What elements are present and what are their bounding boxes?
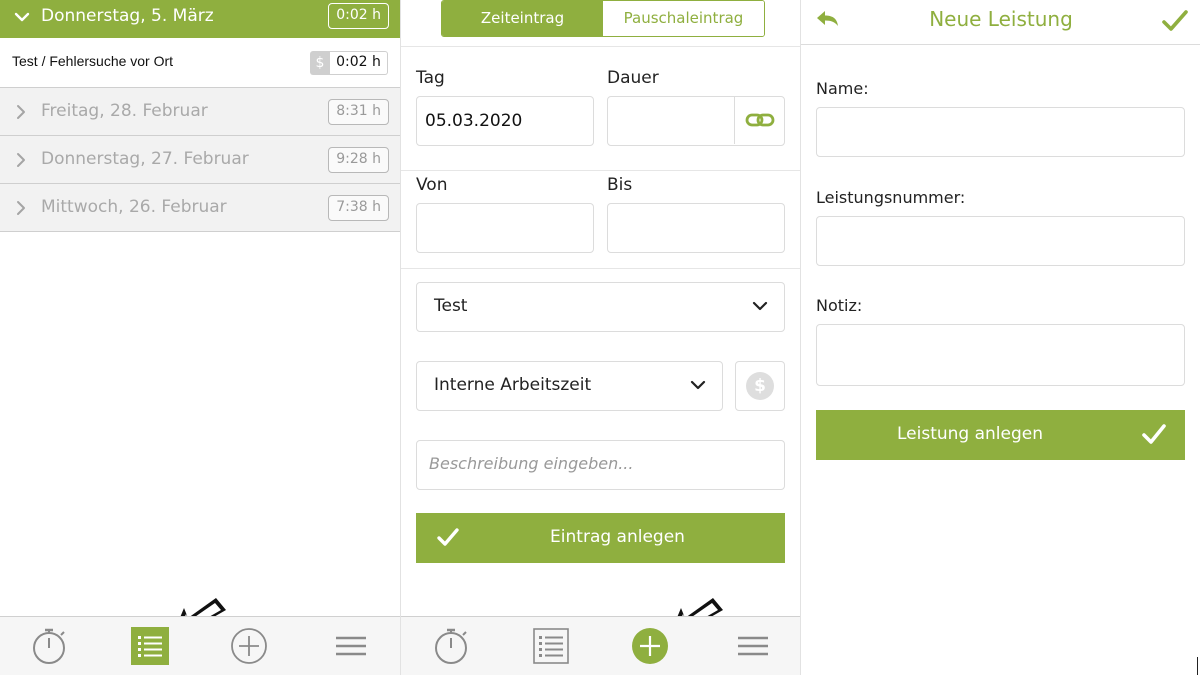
name-input[interactable] [816, 107, 1185, 157]
day-row-collapsed[interactable]: Donnerstag, 27. Februar 9:28 h [0, 136, 400, 184]
time-entry-list-screen: Donnerstag, 5. März 0:02 h Test / Fehler… [0, 0, 400, 675]
day-label: Donnerstag, 5. März [41, 6, 214, 26]
create-service-label: Leistung anlegen [896, 424, 1044, 444]
divider [401, 170, 800, 171]
hamburger-menu-icon[interactable] [332, 627, 370, 665]
to-time-input[interactable] [607, 203, 785, 253]
stopwatch-icon[interactable] [30, 627, 68, 665]
chevron-right-icon [15, 200, 27, 216]
to-label: Bis [607, 175, 633, 195]
link-toggle-button[interactable] [734, 97, 784, 144]
dollar-coin-icon: $ [746, 372, 774, 400]
stopwatch-icon[interactable] [432, 627, 470, 665]
plus-circle-icon[interactable] [230, 627, 268, 665]
tab-pauschaleintrag[interactable]: Pauschaleintrag [603, 1, 764, 36]
create-entry-button[interactable]: Eintrag anlegen [416, 513, 785, 563]
from-time-input[interactable] [416, 203, 594, 253]
description-placeholder: Beschreibung eingeben... [429, 454, 634, 473]
description-input[interactable]: Beschreibung eingeben... [416, 440, 785, 490]
day-label: Mittwoch, 26. Februar [41, 197, 227, 217]
activity-value: Interne Arbeitszeit [434, 375, 592, 395]
page-title: Neue Leistung [929, 7, 1073, 31]
list-icon[interactable] [131, 627, 169, 665]
note-label: Notiz: [816, 296, 863, 315]
plus-circle-icon[interactable] [631, 627, 669, 665]
chevron-down-icon [14, 9, 30, 25]
chevron-right-icon [15, 152, 27, 168]
list-icon[interactable] [532, 627, 570, 665]
from-label: Von [416, 175, 448, 195]
bottom-tab-bar [0, 616, 400, 675]
day-hours-badge: 8:31 h [328, 99, 389, 125]
checkmark-icon [1141, 422, 1167, 446]
day-label: Donnerstag, 27. Februar [41, 149, 249, 169]
day-hours-badge: 9:28 h [328, 147, 389, 173]
day-row-collapsed[interactable]: Mittwoch, 26. Februar 7:38 h [0, 184, 400, 232]
entry-label: Test / Fehlersuche vor Ort [12, 53, 174, 69]
day-row-collapsed[interactable]: Freitag, 28. Februar 8:31 h [0, 88, 400, 136]
new-time-entry-screen: Zeiteintrag Pauschaleintrag Tag Dauer 05… [400, 0, 800, 675]
day-hours-badge: 7:38 h [328, 195, 389, 221]
nav-header: Neue Leistung [801, 0, 1200, 45]
service-number-label: Leistungsnummer: [816, 188, 966, 207]
day-value: 05.03.2020 [425, 111, 523, 131]
chevron-down-icon [690, 379, 706, 391]
project-value: Test [434, 296, 468, 316]
duration-label: Dauer [607, 68, 659, 88]
note-textarea[interactable] [816, 324, 1185, 386]
project-select[interactable]: Test [416, 282, 785, 332]
day-input[interactable]: 05.03.2020 [416, 96, 594, 146]
tab-zeiteintrag[interactable]: Zeiteintrag [442, 1, 603, 36]
name-label: Name: [816, 79, 869, 98]
activity-select[interactable]: Interne Arbeitszeit [416, 361, 723, 411]
divider [401, 46, 800, 47]
create-service-button[interactable]: Leistung anlegen [816, 410, 1185, 460]
chevron-right-icon [15, 104, 27, 120]
edge-marker [1196, 657, 1198, 675]
service-number-input[interactable] [816, 216, 1185, 266]
save-checkmark-icon[interactable] [1161, 8, 1189, 34]
entry-hours-badge: 0:02 h [330, 51, 388, 75]
chevron-down-icon [752, 300, 768, 312]
duration-input[interactable] [607, 96, 785, 146]
time-entry-row[interactable]: Test / Fehlersuche vor Ort $ 0:02 h [0, 38, 400, 88]
entry-type-segmented-control: Zeiteintrag Pauschaleintrag [441, 0, 765, 37]
billable-toggle-button[interactable]: $ [735, 361, 785, 411]
hamburger-menu-icon[interactable] [734, 627, 772, 665]
divider [401, 268, 800, 269]
day-label: Tag [416, 68, 445, 88]
bottom-tab-bar [401, 616, 800, 675]
new-service-screen: Neue Leistung Name: Leistungsnummer: Not… [800, 0, 1200, 675]
billable-dollar-icon: $ [310, 51, 330, 75]
day-label: Freitag, 28. Februar [41, 101, 208, 121]
day-hours-badge: 0:02 h [328, 3, 389, 29]
day-header-expanded[interactable]: Donnerstag, 5. März 0:02 h [0, 0, 400, 38]
create-entry-label: Eintrag anlegen [550, 527, 685, 547]
link-chain-icon [745, 110, 775, 130]
